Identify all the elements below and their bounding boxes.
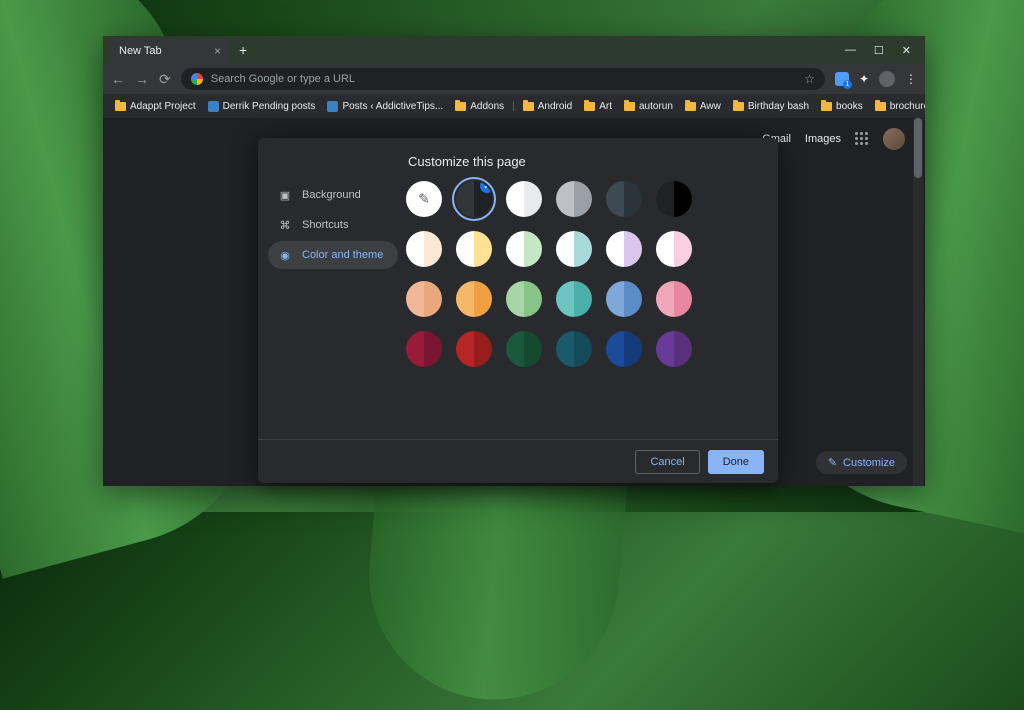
header-links: Gmail Images bbox=[762, 128, 905, 150]
color-swatch[interactable] bbox=[406, 281, 442, 317]
maximize-icon[interactable]: ☐ bbox=[874, 44, 884, 57]
color-swatch[interactable] bbox=[606, 281, 642, 317]
folder-icon bbox=[821, 102, 832, 111]
bookmark-item[interactable]: Derrik Pending posts bbox=[204, 101, 320, 112]
browser-window: New Tab × + — ☐ ✕ ← → ⟳ Search Google or… bbox=[103, 36, 925, 486]
bookmark-item[interactable]: Adappt Project bbox=[111, 101, 200, 112]
back-icon[interactable]: ← bbox=[111, 71, 125, 87]
scrollbar[interactable] bbox=[913, 118, 923, 486]
new-tab-button[interactable]: + bbox=[239, 42, 247, 58]
color-swatch[interactable] bbox=[506, 231, 542, 267]
menu-icon[interactable]: ⋮ bbox=[905, 72, 917, 86]
titlebar: New Tab × + — ☐ ✕ bbox=[103, 36, 925, 64]
color-swatch[interactable] bbox=[606, 331, 642, 367]
color-swatch[interactable] bbox=[606, 231, 642, 267]
omnibox[interactable]: Search Google or type a URL ☆ bbox=[181, 68, 825, 90]
forward-icon[interactable]: → bbox=[135, 71, 149, 87]
extension-icon[interactable] bbox=[835, 72, 849, 86]
folder-icon bbox=[685, 102, 696, 111]
tab-new-tab[interactable]: New Tab × bbox=[109, 38, 229, 64]
sidebar-item-color-theme[interactable]: ◉ Color and theme bbox=[268, 241, 398, 269]
color-swatch[interactable] bbox=[406, 331, 442, 367]
site-icon bbox=[327, 101, 338, 112]
bookmark-item[interactable]: Android bbox=[519, 101, 576, 112]
eyedropper-icon: ✎ bbox=[418, 191, 430, 208]
customize-button[interactable]: ✎ Customize bbox=[816, 451, 907, 474]
color-swatch[interactable] bbox=[656, 181, 692, 217]
avatar[interactable] bbox=[883, 128, 905, 150]
star-icon[interactable]: ☆ bbox=[804, 72, 815, 86]
folder-icon bbox=[584, 102, 595, 111]
bookmark-item[interactable]: autorun bbox=[620, 101, 677, 112]
color-swatch[interactable] bbox=[606, 181, 642, 217]
apps-grid-icon[interactable] bbox=[855, 132, 869, 146]
dialog-footer: Cancel Done bbox=[258, 439, 778, 483]
color-swatch[interactable] bbox=[506, 331, 542, 367]
color-swatch[interactable]: ✓ bbox=[456, 181, 492, 217]
sidebar-item-background[interactable]: ▣ Background bbox=[268, 181, 398, 209]
palette-icon: ◉ bbox=[278, 248, 292, 262]
color-swatch[interactable] bbox=[556, 231, 592, 267]
bookmark-item[interactable]: brochure bbox=[871, 101, 925, 112]
folder-icon bbox=[455, 102, 466, 111]
folder-icon bbox=[115, 102, 126, 111]
reload-icon[interactable]: ⟳ bbox=[159, 71, 171, 88]
close-window-icon[interactable]: ✕ bbox=[902, 44, 911, 57]
folder-icon bbox=[733, 102, 744, 111]
color-swatch[interactable] bbox=[456, 281, 492, 317]
google-icon bbox=[191, 73, 203, 85]
bookmark-item[interactable]: Birthday bash bbox=[729, 101, 813, 112]
done-button[interactable]: Done bbox=[708, 450, 764, 474]
color-swatch[interactable] bbox=[556, 281, 592, 317]
bookmark-item[interactable]: Aww bbox=[681, 101, 725, 112]
bookmark-item[interactable]: Addons bbox=[451, 101, 508, 112]
folder-icon bbox=[523, 102, 534, 111]
bookmarks-bar: Adappt Project Derrik Pending postsPosts … bbox=[103, 94, 925, 118]
color-swatch[interactable] bbox=[456, 331, 492, 367]
bookmark-item[interactable]: Posts ‹ AddictiveTips... bbox=[323, 101, 447, 112]
toolbar: ← → ⟳ Search Google or type a URL ☆ ✦ ⋮ bbox=[103, 64, 925, 94]
folder-icon bbox=[624, 102, 635, 111]
color-swatch[interactable]: ✎ bbox=[406, 181, 442, 217]
color-swatch[interactable] bbox=[506, 181, 542, 217]
bookmark-item[interactable]: Art bbox=[580, 101, 616, 112]
profile-icon[interactable] bbox=[879, 71, 895, 87]
omnibox-placeholder: Search Google or type a URL bbox=[211, 73, 355, 85]
color-swatch[interactable] bbox=[656, 331, 692, 367]
site-icon bbox=[208, 101, 219, 112]
color-swatch[interactable] bbox=[556, 181, 592, 217]
color-swatch[interactable] bbox=[456, 231, 492, 267]
color-swatches: ✎✓ bbox=[398, 181, 778, 439]
tab-title: New Tab bbox=[119, 45, 162, 57]
color-swatch[interactable] bbox=[656, 231, 692, 267]
dialog-title: Customize this page bbox=[258, 138, 778, 181]
window-controls: — ☐ ✕ bbox=[845, 44, 925, 57]
color-swatch[interactable] bbox=[656, 281, 692, 317]
sidebar-item-shortcuts[interactable]: ⌘ Shortcuts bbox=[268, 211, 398, 239]
extensions-puzzle-icon[interactable]: ✦ bbox=[859, 72, 869, 86]
check-icon: ✓ bbox=[480, 181, 492, 193]
close-icon[interactable]: × bbox=[214, 44, 221, 58]
color-swatch[interactable] bbox=[406, 231, 442, 267]
image-icon: ▣ bbox=[278, 188, 292, 202]
customize-dialog: Customize this page ▣ Background ⌘ Short… bbox=[258, 138, 778, 483]
pencil-icon: ✎ bbox=[828, 456, 837, 469]
link-icon: ⌘ bbox=[278, 218, 292, 232]
bookmark-item[interactable]: books bbox=[817, 101, 867, 112]
folder-icon bbox=[875, 102, 886, 111]
cancel-button[interactable]: Cancel bbox=[635, 450, 699, 474]
dialog-sidebar: ▣ Background ⌘ Shortcuts ◉ Color and the… bbox=[258, 181, 398, 439]
minimize-icon[interactable]: — bbox=[845, 44, 856, 57]
color-swatch[interactable] bbox=[506, 281, 542, 317]
color-swatch[interactable] bbox=[556, 331, 592, 367]
new-tab-page: Gmail Images ✎ Customize Customize this … bbox=[103, 118, 925, 486]
images-link[interactable]: Images bbox=[805, 133, 841, 145]
